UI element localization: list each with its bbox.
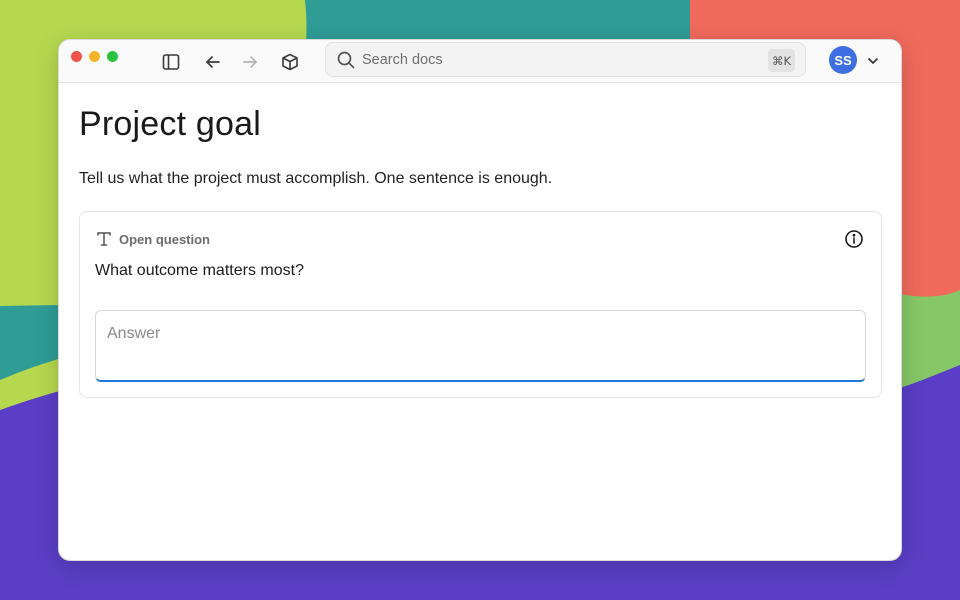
question-card: Open question What outcome matters most? [79,211,882,398]
back-button[interactable] [199,48,227,76]
arrow-left-icon [206,56,220,68]
window-controls [71,51,118,62]
minimize-window-button[interactable] [89,51,100,62]
app-window: Search docs ⌘K SS Project goal Tell us w… [58,39,902,561]
title-bar: Search docs ⌘K SS [59,40,901,83]
user-avatar[interactable]: SS [829,46,857,74]
info-icon[interactable] [844,229,864,249]
cube-icon [282,53,298,71]
chevron-down-icon[interactable] [865,53,881,69]
search-bar[interactable]: Search docs ⌘K [325,42,806,77]
question-type-label: Open question [119,231,210,247]
arrow-right-icon [243,56,257,68]
search-shortcut-badge: ⌘K [767,49,795,72]
close-window-button[interactable] [71,51,82,62]
search-placeholder: Search docs [362,51,443,68]
question-text: What outcome matters most? [95,262,304,279]
search-icon [337,51,355,68]
sidebar-toggle-button[interactable] [157,48,185,76]
page-description: Tell us what the project must accomplish… [79,170,553,187]
zoom-window-button[interactable] [107,51,118,62]
question-type: Open question [95,230,210,248]
main-content: Project goal Tell us what the project mu… [59,83,901,560]
page-title: Project goal [79,105,261,143]
sidebar-toggle-icon [162,54,180,70]
package-button[interactable] [276,48,304,76]
answer-field[interactable] [95,310,866,382]
forward-button[interactable] [236,48,264,76]
text-type-icon [97,232,111,246]
